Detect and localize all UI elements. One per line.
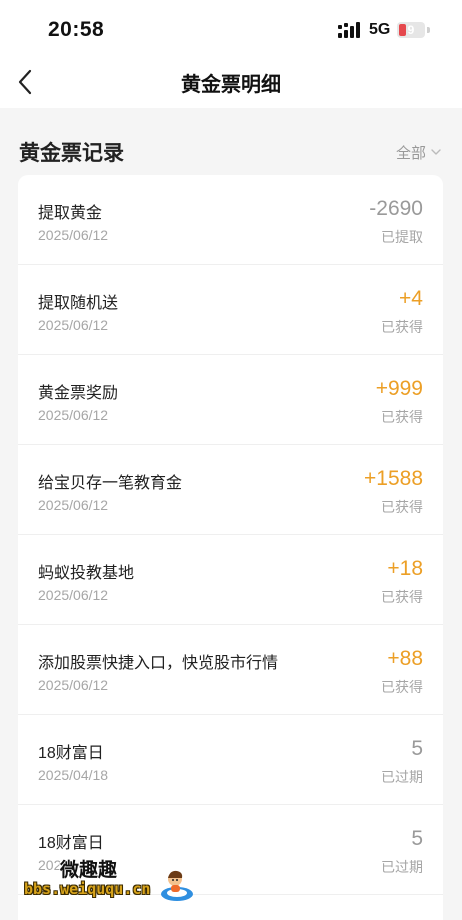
record-item[interactable]: 提取随机送 2025/06/12 +4 已获得 [18,265,443,355]
record-list: 提取黄金 2025/06/12 -2690 已提取 提取随机送 2025/06/… [18,175,443,920]
status-bar: 20:58 5G 9 [0,0,462,56]
battery-cap [427,27,430,33]
chevron-down-icon [431,149,441,155]
record-status: 已获得 [381,589,423,605]
record-status: 已获得 [381,679,423,695]
record-date: 2025/06/12 [38,587,109,603]
record-title: 提取随机送 [38,295,119,312]
record-amount: +999 [375,377,423,400]
watermark: 微趣趣 bbs.weiququ.cn [18,852,198,910]
record-title: 给宝贝存一笔教育金 [38,475,183,492]
record-title: 18财富日 [38,745,104,762]
record-status: 已过期 [381,769,423,785]
record-title: 添加股票快捷入口，快览股市行情 [38,655,279,672]
record-item[interactable]: 黄金票奖励 2025/06/12 +999 已获得 [18,355,443,445]
section-header: 黄金票记录 全部 [0,108,462,174]
battery-icon: 9 [397,22,425,38]
record-amount: +88 [387,647,423,670]
record-date: 2025/06/12 [38,497,109,513]
record-date: 2025/06/12 [38,317,109,333]
record-title: 黄金票奖励 [38,385,119,402]
status-time: 20:58 [48,18,105,41]
record-item[interactable]: 蚂蚁投教基地 2025/06/12 +18 已获得 [18,535,443,625]
record-item[interactable]: 给宝贝存一笔教育金 2025/06/12 +1588 已获得 [18,445,443,535]
record-title: 蚂蚁投教基地 [38,565,135,582]
record-amount: 5 [411,827,423,850]
page-title: 黄金票明细 [181,74,281,96]
record-date: 2025/06/12 [38,677,109,693]
nav-bar: 黄金票明细 [0,56,462,108]
filter-dropdown[interactable]: 全部 [396,141,442,163]
record-date: 2025/06/12 [38,407,109,423]
record-item[interactable]: 添加股票快捷入口，快览股市行情 2025/06/12 +88 已获得 [18,625,443,715]
record-status: 已过期 [381,859,423,875]
section-title: 黄金票记录 [19,142,124,165]
record-status: 已提取 [381,229,423,245]
record-item[interactable]: 18财富日 2025/04/18 5 已过期 [18,715,443,805]
watermark-name: 微趣趣 [60,859,118,881]
record-amount: -2690 [369,197,423,220]
record-amount: 5 [411,737,423,760]
watermark-url: bbs.weiququ.cn [24,880,151,898]
record-title: 18财富日 [38,835,104,852]
record-date: 2025/06/12 [38,227,109,243]
record-date: 2025/04/18 [38,767,109,783]
record-status: 已获得 [381,499,423,515]
network-type: 5G [369,21,391,38]
record-status: 已获得 [381,409,423,425]
mascot-icon [161,870,193,901]
record-title: 提取黄金 [38,205,103,222]
signal-strength-icon [338,22,360,38]
record-amount: +18 [387,557,423,580]
record-item[interactable]: 提取黄金 2025/06/12 -2690 已提取 [18,175,443,265]
record-amount: +1588 [364,467,423,490]
filter-label: 全部 [395,144,426,162]
record-amount: +4 [399,287,423,310]
record-status: 已获得 [381,319,423,335]
battery-level: 9 [407,23,415,37]
